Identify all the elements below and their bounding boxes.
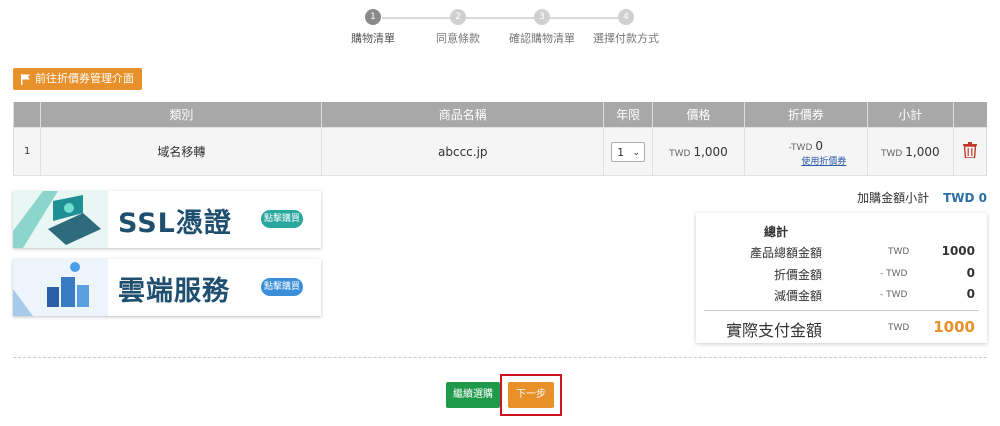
step-3: 3 確認購物清單 [500,8,584,46]
col-coupon: 折價券 [743,102,868,128]
cloud-banner[interactable]: 雲端服務 點擊購買 [13,259,321,316]
summary-row-coupon-discount: 折價金額 - TWD 0 [696,266,987,284]
subtotal-value: 1,000 [905,144,940,159]
summary-currency: - TWD [880,290,908,300]
col-price: 價格 [651,102,745,128]
step-number: 3 [534,9,550,25]
step-label: 同意條款 [436,32,480,45]
order-summary: 總計 產品總額金額 TWD 1000 折價金額 - TWD 0 減價金額 - T… [696,213,987,343]
cloud-servers-illustration [13,259,108,316]
step-1: 1 購物清單 [331,8,415,46]
trash-icon[interactable] [962,142,977,159]
step-2: 2 同意條款 [416,8,500,46]
col-years: 年限 [603,102,653,128]
step-4: 4 選擇付款方式 [584,8,668,46]
row-index: 1 [12,127,42,176]
section-divider [13,357,987,358]
ssl-laptop-illustration [13,191,108,248]
discount-prefix: -TWD [788,143,813,153]
coupon-management-label: 前往折價券管理介面 [35,72,134,85]
row-category: 域名移轉 [40,127,323,176]
years-value: 1 [617,145,625,159]
row-actions-cell [952,127,988,176]
addon-subtotal-label: 加購金額小計 [857,191,930,205]
summary-label: 產品總額金額 [749,246,822,260]
price-value: 1,000 [693,144,728,159]
continue-shopping-button[interactable]: 繼續選購 [446,382,500,408]
checkout-stepper: 1 購物清單 2 同意條款 3 確認購物清單 4 選擇付款方式 [340,8,670,48]
step-number: 2 [450,9,466,25]
cloud-banner-cta[interactable]: 點擊購買 [261,278,303,296]
summary-value: 0 [966,287,975,301]
total-value: 1000 [933,318,975,336]
subtotal-currency: TWD [880,148,903,159]
table-header-row: 類別 商品名稱 年限 價格 折價券 小計 [12,102,987,128]
col-product: 商品名稱 [321,102,604,128]
years-select[interactable]: 1 ⌄ [611,141,646,162]
step-label: 選擇付款方式 [593,32,659,45]
table-row: 1 域名移轉 abccc.jp 1 ⌄ TWD 1,000 -TWD 0 使用折價券… [12,127,988,176]
summary-divider [704,310,979,311]
summary-row-price-reduction: 減價金額 - TWD 0 [696,287,987,305]
step-label: 購物清單 [351,32,395,45]
cart-table: 類別 商品名稱 年限 價格 折價券 小計 1 域名移轉 abccc.jp 1 ⌄… [12,102,988,176]
summary-value: 0 [966,266,975,280]
use-coupon-link[interactable]: 使用折價券 [782,154,866,167]
total-label: 實際支付金額 [725,321,822,340]
cloud-banner-title: 雲端服務 [118,276,230,307]
row-product: abccc.jp [321,127,605,176]
col-subtotal: 小計 [866,102,954,128]
row-subtotal-cell: TWD 1,000 [866,127,954,176]
total-currency: TWD [888,323,910,333]
price-currency: TWD [669,148,691,159]
step-number: 4 [618,9,634,25]
flag-icon [21,73,30,85]
coupon-management-button[interactable]: 前往折價券管理介面 [13,68,142,90]
row-coupon-cell: -TWD 0 使用折價券 [743,127,868,176]
summary-currency: - TWD [880,269,908,279]
step-label: 確認購物清單 [509,32,575,45]
chevron-down-icon: ⌄ [632,147,641,158]
addon-subtotal-value: TWD 0 [943,191,987,205]
step-number: 1 [365,9,381,25]
col-category: 類別 [40,102,322,128]
discount-value: 0 [815,139,824,153]
next-button-highlight: 下一步 [500,374,562,416]
summary-row-product-total: 產品總額金額 TWD 1000 [696,244,987,262]
ssl-banner-cta[interactable]: 點擊購買 [261,210,303,228]
summary-value: 1000 [941,244,975,258]
summary-currency: TWD [888,247,910,257]
summary-label: 折價金額 [773,268,822,282]
row-years-cell: 1 ⌄ [603,127,653,176]
addon-subtotal: 加購金額小計 TWD 0 [857,189,987,206]
col-actions [952,102,987,128]
col-index [12,102,41,128]
next-step-button[interactable]: 下一步 [508,382,554,408]
ssl-banner-title: SSL憑證 [118,208,232,239]
summary-header: 總計 [763,225,788,239]
ssl-banner[interactable]: SSL憑證 點擊購買 [13,191,321,248]
summary-label: 減價金額 [773,289,822,303]
row-price-cell: TWD 1,000 [651,127,745,176]
